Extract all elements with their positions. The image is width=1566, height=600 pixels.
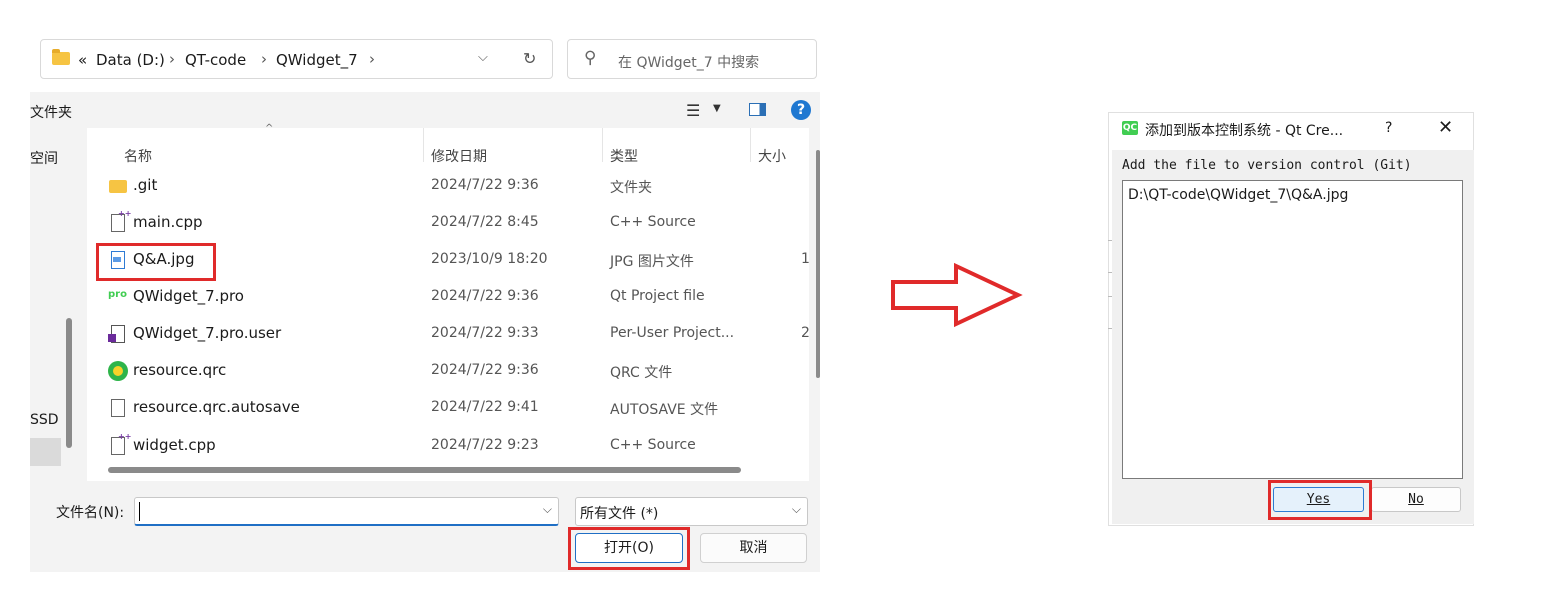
column-header-type[interactable]: 类型 <box>610 146 638 166</box>
file-row[interactable]: resource.qrc.autosave 2024/7/22 9:41 AUT… <box>87 390 809 427</box>
file-type: JPG 图片文件 <box>610 254 694 270</box>
file-row[interactable]: .git 2024/7/22 9:36 文件夹 <box>87 168 809 205</box>
file-type: C++ Source <box>610 437 696 453</box>
vertical-scrollbar[interactable] <box>816 150 820 378</box>
filename-input[interactable]: ⌵ <box>134 497 559 526</box>
file-name: .git <box>133 176 158 194</box>
column-header-size[interactable]: 大小 <box>758 146 786 166</box>
navigation-pane: 空间 SSD <box>30 128 65 483</box>
file-row[interactable]: widget.cpp 2024/7/22 9:23 C++ Source <box>87 428 809 465</box>
file-type: Qt Project file <box>610 288 705 304</box>
refresh-icon[interactable]: ↻ <box>523 49 536 68</box>
close-button[interactable]: ✕ <box>1438 117 1453 138</box>
file-date: 2024/7/22 9:36 <box>431 362 539 378</box>
file-date: 2024/7/22 9:33 <box>431 325 539 341</box>
file-list-textbox[interactable]: D:\QT-code\QWidget_7\Q&A.jpg <box>1122 180 1463 479</box>
no-button[interactable]: No <box>1371 487 1461 512</box>
chevron-down-icon[interactable]: ▼ <box>713 103 721 114</box>
address-bar[interactable]: « Data (D:) › QT-code › QWidget_7 › ⌵ ↻ <box>40 39 553 79</box>
file-list: 名称 修改日期 类型 大小 .git 2024/7/22 9:36 文件夹 ma… <box>87 128 809 481</box>
file-size: 1 <box>801 251 809 267</box>
file-type: 文件夹 <box>610 180 652 196</box>
file-date: 2024/7/22 9:36 <box>431 288 539 304</box>
breadcrumb-data-drive[interactable]: Data (D:) <box>96 51 165 69</box>
file-type: C++ Source <box>610 214 696 230</box>
folder-icon <box>52 49 70 65</box>
column-divider[interactable] <box>750 128 751 162</box>
file-row[interactable]: QWidget_7.pro.user 2024/7/22 9:33 Per-Us… <box>87 316 809 353</box>
file-date: 2023/10/9 18:20 <box>431 251 548 267</box>
file-type: AUTOSAVE 文件 <box>610 402 719 418</box>
horizontal-scrollbar[interactable] <box>108 467 741 473</box>
breadcrumb-prefix[interactable]: « <box>78 51 87 69</box>
filetype-select[interactable]: 所有文件 (*) ⌵ <box>575 497 808 526</box>
help-icon[interactable]: ? <box>791 100 811 120</box>
file-name: resource.qrc.autosave <box>133 398 300 416</box>
highlight-box-yes <box>1268 480 1372 520</box>
file-date: 2024/7/22 9:36 <box>431 177 539 193</box>
file-name: QWidget_7.pro <box>133 287 244 305</box>
qt-creator-logo: QC <box>1122 121 1138 135</box>
file-date: 2024/7/22 9:23 <box>431 437 539 453</box>
cpp-file-icon <box>111 209 131 232</box>
chevron-down-icon[interactable]: ⌵ <box>478 50 488 65</box>
column-header-name[interactable]: 名称 <box>124 146 152 166</box>
qrc-file-icon <box>108 361 128 381</box>
generic-file-icon <box>111 399 125 417</box>
file-type: Per-User Project... <box>610 325 735 341</box>
preview-pane-icon[interactable] <box>749 103 766 116</box>
chevron-right-icon: › <box>169 50 175 68</box>
cancel-button[interactable]: 取消 <box>700 533 807 563</box>
search-box[interactable]: ⚲ 在 QWidget_7 中搜索 <box>567 39 817 79</box>
file-type: QRC 文件 <box>610 365 673 381</box>
search-placeholder: 在 QWidget_7 中搜索 <box>618 55 760 71</box>
no-button-label: No <box>1408 492 1424 507</box>
filetype-value: 所有文件 (*) <box>580 506 659 522</box>
chevron-right-icon: › <box>261 50 267 68</box>
nav-selected-item[interactable] <box>30 438 61 466</box>
file-path: D:\QT-code\QWidget_7\Q&A.jpg <box>1128 187 1349 203</box>
view-menu-icon[interactable]: ☰ <box>686 101 700 120</box>
nav-scrollbar[interactable] <box>66 318 72 448</box>
user-file-icon <box>108 325 125 343</box>
cpp-file-icon <box>111 432 131 455</box>
breadcrumb-qwidget7[interactable]: QWidget_7 <box>276 51 358 69</box>
file-date: 2024/7/22 9:41 <box>431 399 539 415</box>
column-divider[interactable] <box>423 128 424 162</box>
folder-icon <box>109 180 127 193</box>
highlight-box-open <box>568 527 690 570</box>
help-button[interactable]: ? <box>1385 120 1392 136</box>
right-arrow-icon <box>891 262 1023 328</box>
nav-item-space[interactable]: 空间 <box>30 148 58 168</box>
pro-file-icon: pro <box>108 289 127 300</box>
breadcrumb-qt-code[interactable]: QT-code <box>185 51 246 69</box>
version-control-prompt: Add the file to version control (Git) <box>1122 158 1412 173</box>
file-name: widget.cpp <box>133 436 216 454</box>
column-header-date[interactable]: 修改日期 <box>431 146 487 166</box>
file-row[interactable]: pro QWidget_7.pro 2024/7/22 9:36 Qt Proj… <box>87 279 809 316</box>
column-divider[interactable] <box>602 128 603 162</box>
chevron-right-icon[interactable]: › <box>369 50 375 68</box>
background-window-edge <box>1108 240 1112 340</box>
file-size: 2 <box>801 325 809 341</box>
file-row[interactable]: resource.qrc 2024/7/22 9:36 QRC 文件 <box>87 353 809 390</box>
file-name: main.cpp <box>133 213 203 231</box>
sort-ascending-icon: ^ <box>265 123 274 134</box>
file-name: QWidget_7.pro.user <box>133 324 282 342</box>
file-date: 2024/7/22 8:45 <box>431 214 539 230</box>
text-caret <box>139 502 140 521</box>
search-icon: ⚲ <box>584 48 597 68</box>
highlight-box-file <box>96 243 216 281</box>
filename-label: 文件名(N): <box>56 505 125 521</box>
file-row[interactable]: main.cpp 2024/7/22 8:45 C++ Source <box>87 205 809 242</box>
chevron-down-icon[interactable]: ⌵ <box>792 502 801 517</box>
nav-item-ssd[interactable]: SSD <box>30 412 59 428</box>
new-folder-button[interactable]: 文件夹 <box>30 102 72 122</box>
dialog-title: 添加到版本控制系统 - Qt Cre... <box>1145 123 1344 139</box>
file-name: resource.qrc <box>133 361 227 379</box>
chevron-down-icon[interactable]: ⌵ <box>543 502 552 517</box>
